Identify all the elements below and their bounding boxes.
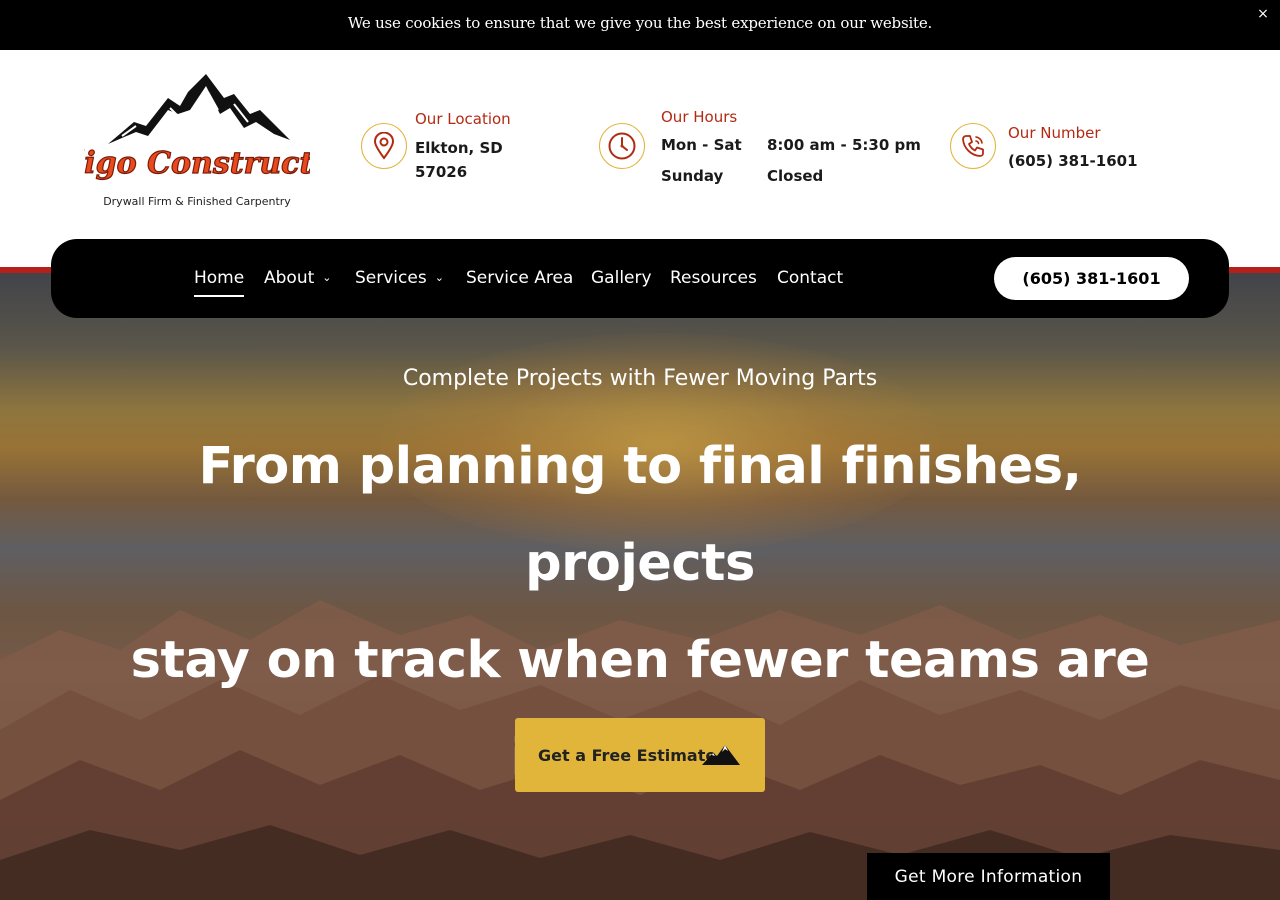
nav-item-services[interactable]: Services ⌄ (355, 268, 444, 288)
nav-item-service-area[interactable]: Service Area (466, 268, 573, 288)
close-icon[interactable]: × (1254, 5, 1272, 23)
phone-title: Our Number (1008, 124, 1101, 142)
free-estimate-label: Get a Free Estimate (538, 746, 717, 765)
cookie-banner: We use cookies to ensure that we give yo… (0, 0, 1280, 50)
hero-headline-line: From planning to final finishes, project… (198, 437, 1082, 593)
mountain-icon (702, 745, 740, 765)
nav-item-about[interactable]: About ⌄ (264, 268, 331, 288)
chevron-down-icon: ⌄ (434, 271, 444, 284)
site-header: Indigo Construction Drywall Firm & Finis… (0, 50, 1280, 269)
nav-item-label: Resources (670, 268, 757, 288)
hero-headline-line: stay on track when fewer teams are (130, 631, 1150, 690)
main-nav: Home About ⌄ Services ⌄ Service Area Galle… (51, 239, 1229, 318)
chevron-down-icon: ⌄ (322, 271, 332, 284)
nav-item-label: Service Area (466, 268, 574, 288)
free-estimate-button[interactable]: Get a Free Estimate (515, 718, 765, 792)
location-zip: 57026 (415, 163, 468, 181)
phone-number[interactable]: (605) 381-1601 (1008, 152, 1138, 170)
more-information-button[interactable]: Get More Information (867, 853, 1110, 900)
hours-title: Our Hours (661, 108, 738, 126)
hours-time-sunday: Closed (767, 167, 824, 185)
logo-wordmark: Indigo Construction (84, 146, 310, 181)
nav-item-contact[interactable]: Contact (777, 268, 843, 288)
nav-item-label: Contact (777, 268, 844, 288)
hours-time-weekday: 8:00 am - 5:30 pm (767, 136, 921, 154)
nav-item-label: Home (194, 268, 245, 288)
location-title: Our Location (415, 110, 511, 128)
location-city: Elkton, SD (415, 139, 503, 157)
hero-subheading: Complete Projects with Fewer Moving Part… (402, 366, 878, 391)
hours-days-sunday: Sunday (661, 167, 724, 185)
nav-item-home[interactable]: Home (194, 268, 245, 297)
call-button[interactable]: (605) 381-1601 (994, 257, 1189, 300)
map-pin-icon (361, 123, 407, 169)
cookie-message: We use cookies to ensure that we give yo… (347, 14, 933, 32)
active-indicator (194, 295, 245, 297)
nav-item-gallery[interactable]: Gallery (591, 268, 652, 288)
logo[interactable]: Indigo Construction Drywall Firm & Finis… (26, 70, 367, 212)
mountain-logo-icon: Indigo Construction (26, 74, 367, 182)
nav-item-resources[interactable]: Resources (670, 268, 757, 288)
clock-icon (599, 123, 645, 169)
nav-item-label: Gallery (591, 268, 652, 288)
phone-icon (950, 123, 996, 169)
logo-tagline: Drywall Firm & Finished Carpentry (103, 195, 291, 208)
hours-days-weekday: Mon - Sat (661, 136, 742, 154)
nav-item-label: Services (355, 268, 427, 288)
nav-item-label: About (264, 268, 315, 288)
